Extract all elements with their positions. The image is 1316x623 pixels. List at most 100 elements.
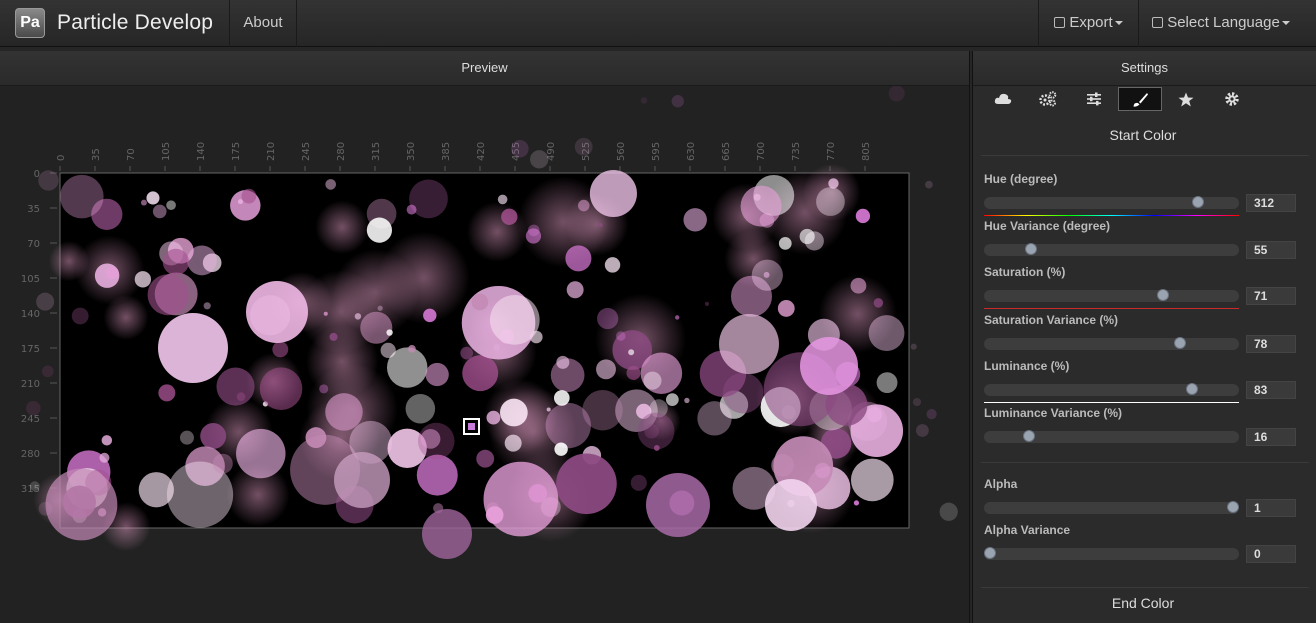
language-dropdown[interactable]: Select Language <box>1138 0 1303 47</box>
slider-handle[interactable] <box>1192 196 1204 208</box>
ruler-x-label: 805 <box>861 142 872 161</box>
particle <box>146 191 160 205</box>
particle <box>203 302 211 310</box>
particle <box>29 481 40 492</box>
divider <box>981 587 1309 588</box>
ruler-x-label: 35 <box>91 148 102 161</box>
field-label: Luminance Variance (%) <box>984 406 1123 420</box>
particle <box>910 343 917 350</box>
particle <box>566 281 584 299</box>
particle <box>483 461 559 537</box>
particle <box>212 453 233 474</box>
brand[interactable]: Pa Particle Develop <box>0 0 230 47</box>
particle <box>740 185 782 227</box>
slider-handle[interactable] <box>1023 430 1035 442</box>
brush-icon <box>1133 93 1148 107</box>
ruler-x-label: 315 <box>371 142 382 161</box>
particle-glow <box>466 201 528 262</box>
particle <box>236 392 246 401</box>
preview-stage[interactable]: 0 35 70 105 140 175 210 245 280 315 350 385 420 455 49… <box>0 86 969 623</box>
slider-handle[interactable] <box>1227 501 1239 513</box>
value-input[interactable]: 16 <box>1246 428 1296 446</box>
particle-canvas[interactable]: 0 35 70 105 140 175 210 245 280 315 350 385 420 455 49… <box>0 86 969 623</box>
about-link[interactable]: About <box>230 0 297 47</box>
tab-emitter[interactable] <box>1026 87 1070 111</box>
cloud-icon <box>994 93 1012 105</box>
tab-texture[interactable] <box>1164 87 1208 111</box>
value-input[interactable]: 312 <box>1246 194 1296 212</box>
particle <box>486 410 501 425</box>
tab-parameters[interactable] <box>1072 87 1116 111</box>
slider-track[interactable] <box>984 547 1239 560</box>
ruler-x-label: 70 <box>126 148 137 161</box>
field-label: Luminance (%) <box>984 359 1070 373</box>
particle <box>422 509 472 559</box>
top-navbar: Pa Particle Develop About Export Select … <box>0 0 1316 47</box>
ruler-x-label: 245 <box>301 142 312 161</box>
particle <box>406 204 417 215</box>
particle <box>816 187 845 216</box>
sliders-icon <box>1087 92 1101 106</box>
particle <box>408 344 416 353</box>
slider-track[interactable] <box>984 383 1239 396</box>
particle <box>912 397 922 407</box>
particle <box>771 453 794 477</box>
particle <box>158 384 176 402</box>
export-dropdown[interactable]: Export <box>1038 0 1138 47</box>
particle <box>628 349 635 356</box>
particle <box>800 337 858 395</box>
particle <box>828 178 839 189</box>
value-input[interactable]: 71 <box>1246 287 1296 305</box>
ruler-x-label: 175 <box>231 142 242 161</box>
particle <box>873 298 884 308</box>
field-label: Saturation Variance (%) <box>984 313 1119 327</box>
particle <box>99 452 110 463</box>
particle <box>868 315 905 351</box>
app-logo-icon: Pa <box>15 8 45 38</box>
ruler-x-label: 420 <box>476 142 487 161</box>
particle <box>671 95 684 108</box>
slider-track[interactable] <box>984 196 1239 209</box>
image-icon <box>1054 17 1066 28</box>
tab-cloud[interactable] <box>981 87 1025 111</box>
value-input[interactable]: 0 <box>1246 545 1296 563</box>
value-input[interactable]: 78 <box>1246 335 1296 353</box>
particle <box>489 295 540 345</box>
slider-track[interactable] <box>984 430 1239 443</box>
particle <box>574 137 593 156</box>
slider-track[interactable] <box>984 501 1239 514</box>
particle <box>777 299 795 317</box>
ruler-x-label: 665 <box>721 142 732 161</box>
slider-handle[interactable] <box>1157 289 1169 301</box>
language-label: Select Language <box>1167 14 1280 31</box>
value-input[interactable]: 83 <box>1246 381 1296 399</box>
slider-handle[interactable] <box>1174 337 1186 349</box>
ruler-x-label: 700 <box>756 142 767 161</box>
settings-tabs <box>981 87 1309 111</box>
particle <box>186 245 217 276</box>
tab-color[interactable] <box>1118 87 1162 111</box>
particle <box>925 180 933 189</box>
tab-options[interactable] <box>1210 87 1254 111</box>
slider-track[interactable] <box>984 337 1239 350</box>
particle <box>719 314 779 374</box>
ruler-x-label: 735 <box>791 142 802 161</box>
slider-track[interactable] <box>984 243 1239 256</box>
slider-handle[interactable] <box>1025 243 1037 255</box>
color-indicator-line <box>984 215 1239 216</box>
particle <box>665 393 679 407</box>
preview-panel: Preview 0 35 70 105 140 175 210 245 280 315 350 385… <box>0 51 970 623</box>
value-input[interactable]: 1 <box>1246 499 1296 517</box>
slider-handle[interactable] <box>984 547 996 559</box>
particle <box>778 236 792 250</box>
value-input[interactable]: 55 <box>1246 241 1296 259</box>
start-color-title: Start Color <box>1109 127 1177 143</box>
slider-track[interactable] <box>984 289 1239 302</box>
ruler-y-label: 35 <box>27 204 40 215</box>
slider-handle[interactable] <box>1186 383 1198 395</box>
star-icon <box>1178 92 1194 107</box>
particle <box>630 474 647 491</box>
particle <box>577 199 590 212</box>
particle <box>853 500 860 506</box>
particle <box>637 412 675 450</box>
